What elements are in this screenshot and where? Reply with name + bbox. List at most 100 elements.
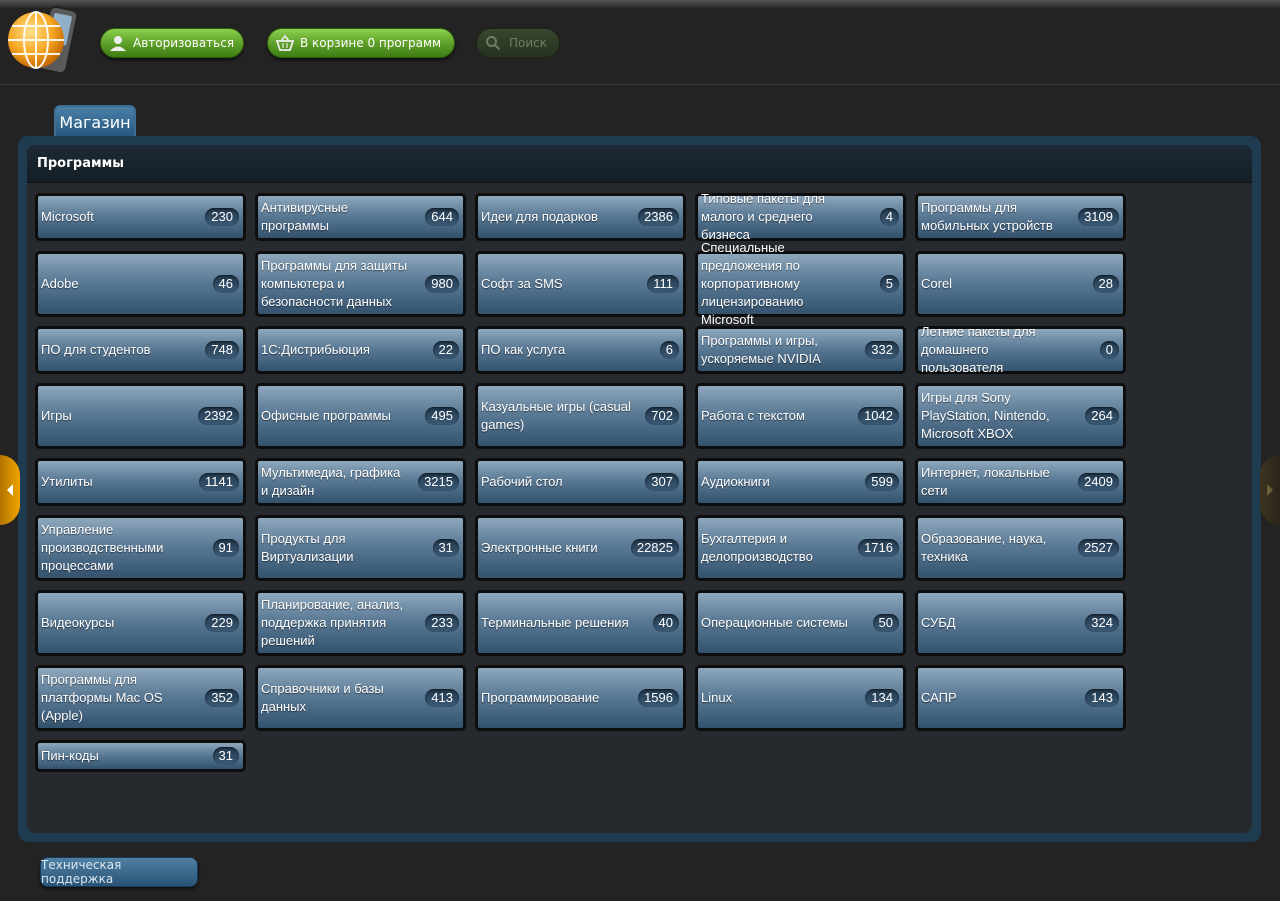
support-button[interactable]: Техническая поддержка	[40, 857, 198, 887]
login-button[interactable]: Авторизоваться	[100, 28, 244, 58]
category-tile[interactable]: Специальные предложения по корпоративном…	[695, 240, 906, 327]
category-count-badge: 702	[645, 407, 679, 425]
category-count-badge: 46	[212, 275, 239, 293]
category-label: Образование, наука, техника	[921, 531, 1047, 564]
category-count-badge: 4	[879, 208, 899, 226]
category-count-badge: 352	[205, 689, 239, 707]
category-label: ПО как услуга	[481, 342, 566, 357]
category-label: Продукты для Виртуализации	[261, 531, 354, 564]
category-count-badge: 5	[879, 275, 899, 293]
category-label: Антивирусные программы	[261, 200, 348, 233]
category-tile[interactable]: Софт за SMS 111	[475, 251, 686, 317]
category-label: Microsoft	[41, 209, 94, 224]
category-tile[interactable]: Типовые пакеты для малого и среднего биз…	[695, 191, 906, 242]
category-label: Работа с текстом	[701, 408, 805, 423]
category-tile[interactable]: Летние пакеты для домашнего пользователя…	[915, 324, 1126, 375]
category-tile[interactable]: Мультимедиа, графика и дизайн 3215	[255, 458, 466, 506]
category-tile[interactable]: Интернет, локальные сети 2409	[915, 458, 1126, 506]
search-icon[interactable]	[485, 35, 501, 51]
category-count-badge: 1141	[199, 473, 239, 491]
category-count-badge: 644	[425, 208, 459, 226]
category-label: Corel	[921, 276, 953, 291]
category-tile[interactable]: 1С:Дистрибьюция 22	[255, 326, 466, 374]
category-count-badge: 2409	[1078, 473, 1119, 491]
chevron-right-icon	[1267, 484, 1273, 496]
category-tile[interactable]: Операционные системы 50	[695, 590, 906, 656]
category-tile[interactable]: САПР 143	[915, 665, 1126, 731]
category-label: СУБД	[921, 615, 956, 630]
category-tile[interactable]: Управление производственными процессами 9…	[35, 515, 246, 581]
category-tile[interactable]: ПО для студентов 748	[35, 326, 246, 374]
logo-globe-phone-icon[interactable]	[6, 5, 79, 76]
category-label: Операционные системы	[701, 615, 848, 630]
category-label: Игры для Sony PlayStation, Nintendo, Mic…	[921, 390, 1050, 441]
category-tile[interactable]: Утилиты 1141	[35, 458, 246, 506]
cart-button[interactable]: В корзине 0 программ	[267, 28, 455, 58]
category-tile[interactable]: Видеокурсы 229	[35, 590, 246, 656]
section-title: Программы	[27, 145, 1252, 183]
category-label: Софт за SMS	[481, 276, 563, 291]
category-tile[interactable]: Рабочий стол 307	[475, 458, 686, 506]
category-label: Летние пакеты для домашнего пользователя	[921, 324, 1036, 375]
category-tile[interactable]: ПО как услуга 6	[475, 326, 686, 374]
category-tile[interactable]: Продукты для Виртуализации 31	[255, 515, 466, 581]
category-tile[interactable]: Антивирусные программы 644	[255, 193, 466, 241]
category-tile[interactable]: Справочники и базы данных 413	[255, 665, 466, 731]
category-tile[interactable]: Программы и игры, ускоряемые NVIDIA 332	[695, 326, 906, 374]
category-tile[interactable]: Офисные программы 495	[255, 383, 466, 449]
category-label: Игры	[41, 408, 72, 423]
category-tile[interactable]: Планирование, анализ, поддержка принятия…	[255, 590, 466, 656]
category-label: Adobe	[41, 276, 79, 291]
category-count-badge: 307	[645, 473, 679, 491]
category-count-badge: 1042	[858, 407, 899, 425]
category-tile[interactable]: Образование, наука, техника 2527	[915, 515, 1126, 581]
category-tile[interactable]: СУБД 324	[915, 590, 1126, 656]
category-count-badge: 3215	[418, 473, 459, 491]
programs-panel: Программы Microsoft 230 Антивирусные прогр…	[27, 145, 1252, 833]
category-count-badge: 2386	[638, 208, 679, 226]
category-count-badge: 229	[205, 614, 239, 632]
next-arrow[interactable]	[1260, 455, 1280, 525]
category-tile[interactable]: Терминальные решения 40	[475, 590, 686, 656]
search-box[interactable]	[476, 28, 561, 58]
category-label: Пин-коды	[41, 748, 99, 763]
category-tile[interactable]: Бухгалтерия и делопроизводство 1716	[695, 515, 906, 581]
category-tile[interactable]: Игры для Sony PlayStation, Nintendo, Mic…	[915, 383, 1126, 449]
category-count-badge: 28	[1092, 275, 1119, 293]
category-count-badge: 495	[425, 407, 459, 425]
category-tile[interactable]: Пин-коды 31	[35, 740, 246, 772]
cart-label: В корзине 0 программ	[300, 36, 442, 50]
user-icon	[107, 32, 129, 54]
category-count-badge: 6	[659, 341, 679, 359]
chevron-left-icon	[7, 484, 13, 496]
category-tile[interactable]: Идеи для подарков 2386	[475, 193, 686, 241]
category-tile[interactable]: Электронные книги 22825	[475, 515, 686, 581]
category-count-badge: 599	[865, 473, 899, 491]
category-count-badge: 324	[1085, 614, 1119, 632]
category-tile[interactable]: Работа с текстом 1042	[695, 383, 906, 449]
category-tile[interactable]: Программирование 1596	[475, 665, 686, 731]
category-tile[interactable]: Игры 2392	[35, 383, 246, 449]
search-input[interactable]	[507, 35, 561, 51]
cart-basket-icon	[274, 32, 296, 54]
category-tile[interactable]: Программы для платформы Mac OS (Apple) 35…	[35, 665, 246, 731]
category-tile[interactable]: Казуальные игры (casual games) 702	[475, 383, 686, 449]
category-label: Рабочий стол	[481, 474, 563, 489]
category-tile[interactable]: Linux 134	[695, 665, 906, 731]
category-tile[interactable]: Программы для мобильных устройств 3109	[915, 193, 1126, 241]
category-label: САПР	[921, 690, 957, 705]
category-tile[interactable]: Программы для защиты компьютера и безопа…	[255, 251, 466, 317]
category-tile[interactable]: Corel 28	[915, 251, 1126, 317]
header: Авторизоваться В корзине 0 программ	[0, 0, 1280, 85]
category-label: Офисные программы	[261, 408, 391, 423]
category-count-badge: 50	[872, 614, 899, 632]
category-label: Идеи для подарков	[481, 209, 598, 224]
prev-arrow[interactable]	[0, 455, 20, 525]
category-count-badge: 134	[865, 689, 899, 707]
category-tile[interactable]: Аудиокниги 599	[695, 458, 906, 506]
category-label: Программы и игры, ускоряемые NVIDIA	[701, 333, 821, 366]
category-tile[interactable]: Microsoft 230	[35, 193, 246, 241]
category-tile[interactable]: Adobe 46	[35, 251, 246, 317]
tab-store[interactable]: Магазин	[54, 105, 136, 137]
category-label: Программы для платформы Mac OS (Apple)	[41, 672, 163, 723]
